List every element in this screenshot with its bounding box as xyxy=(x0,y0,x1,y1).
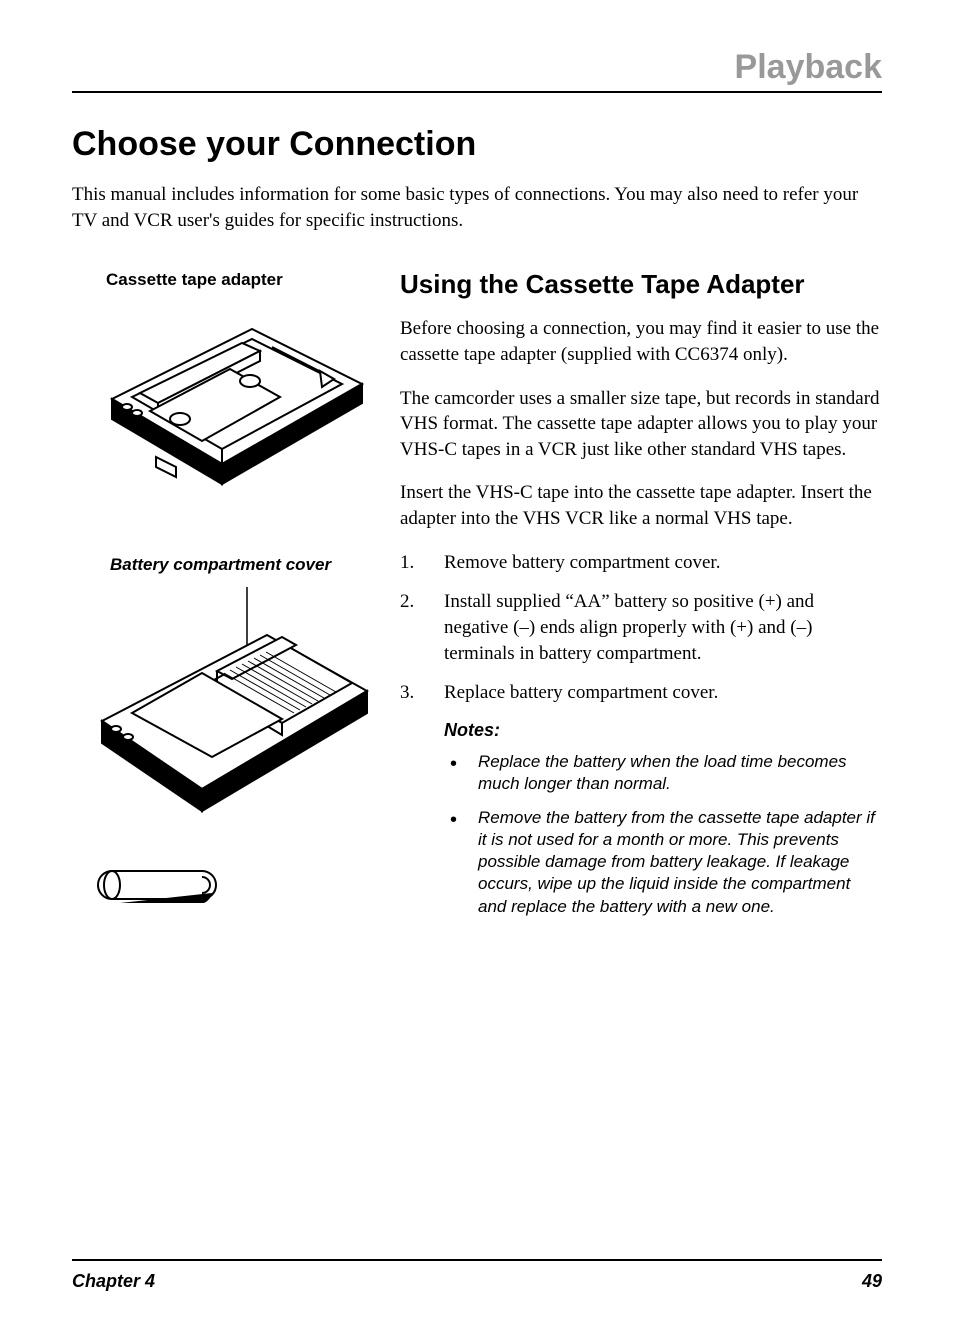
figure-2-label: Battery compartment cover xyxy=(72,555,372,575)
body-paragraph-2: The camcorder uses a smaller size tape, … xyxy=(400,386,882,463)
subsection-heading: Using the Cassette Tape Adapter xyxy=(400,269,882,300)
notes-list: Replace the battery when the load time b… xyxy=(444,751,882,918)
body-paragraph-3: Insert the VHS-C tape into the cassette … xyxy=(400,480,882,531)
cassette-tape-adapter-icon xyxy=(72,299,372,499)
figure-column: Cassette tape adapter Battery compar xyxy=(72,269,372,929)
chapter-label: Chapter 4 xyxy=(72,1271,155,1292)
page-number: 49 xyxy=(862,1271,882,1292)
body-paragraph-1: Before choosing a connection, you may fi… xyxy=(400,316,882,367)
battery-compartment-icon xyxy=(72,581,372,911)
content-columns: Cassette tape adapter Battery compar xyxy=(72,269,882,929)
section-name: Playback xyxy=(72,48,882,87)
page-footer: Chapter 4 49 xyxy=(72,1259,882,1292)
page-title: Choose your Connection xyxy=(72,125,882,164)
intro-paragraph: This manual includes information for som… xyxy=(72,182,882,233)
list-item: Install supplied “AA” battery so positiv… xyxy=(400,589,882,666)
list-item: Remove battery compartment cover. xyxy=(400,550,882,576)
list-item: Remove the battery from the cassette tap… xyxy=(444,807,882,917)
notes-heading: Notes: xyxy=(444,720,882,741)
list-item: Replace battery compartment cover. xyxy=(400,680,882,706)
text-column: Using the Cassette Tape Adapter Before c… xyxy=(400,269,882,929)
steps-list: Remove battery compartment cover. Instal… xyxy=(400,550,882,706)
header-rule: Playback xyxy=(72,48,882,93)
list-item: Replace the battery when the load time b… xyxy=(444,751,882,795)
figure-1-label: Cassette tape adapter xyxy=(72,269,372,291)
